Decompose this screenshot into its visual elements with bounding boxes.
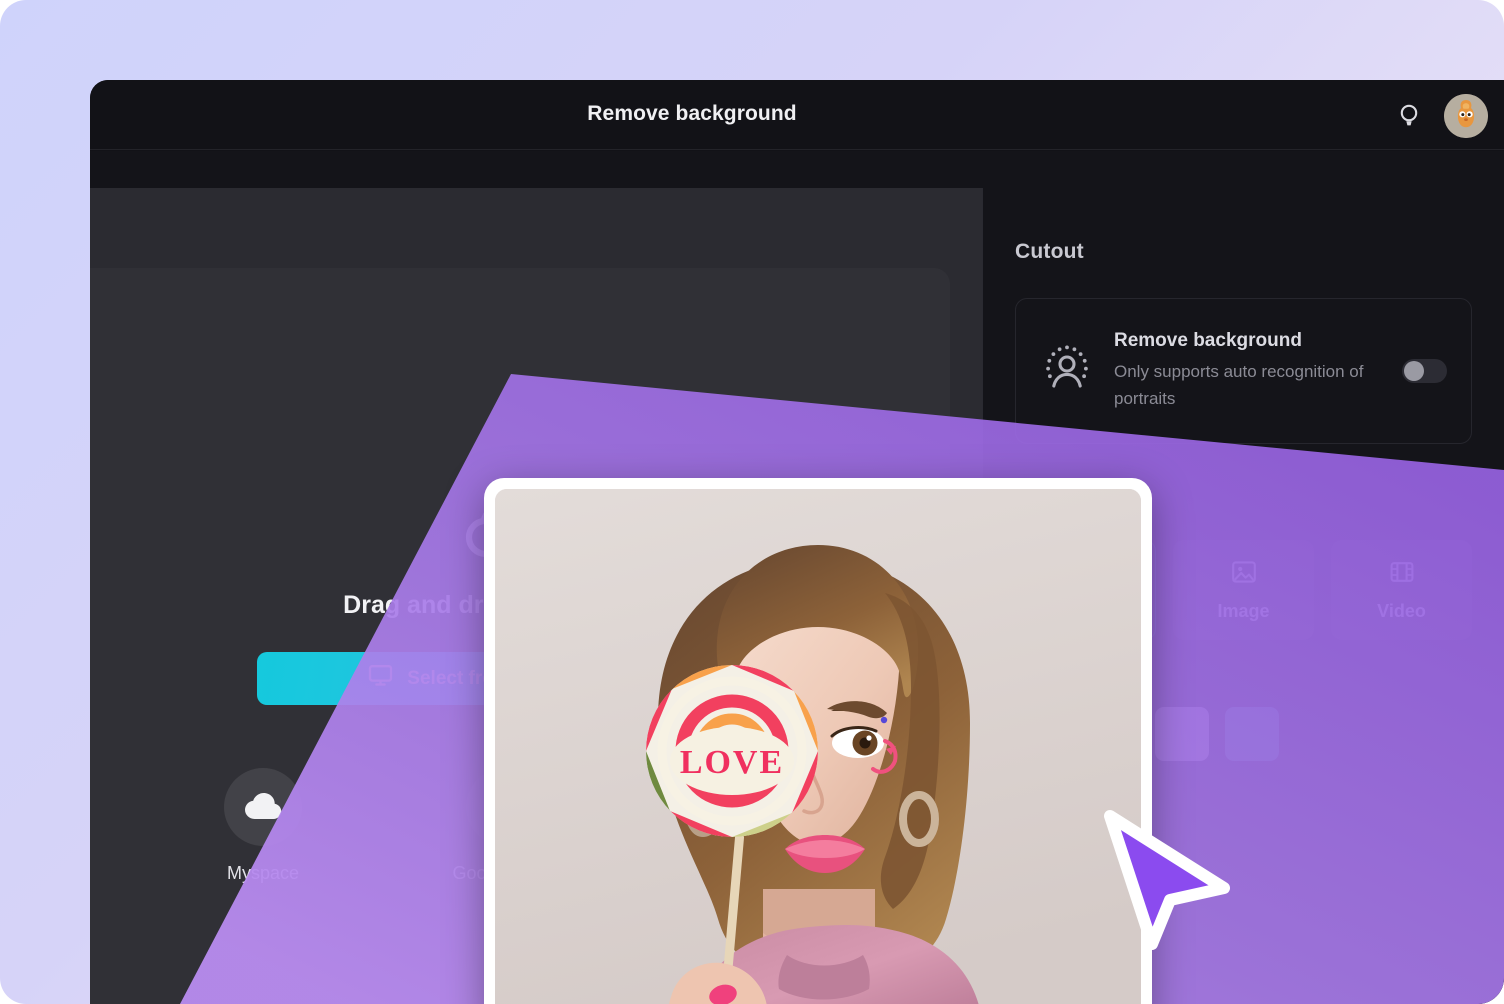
cutout-section-title: Cutout	[1015, 240, 1472, 264]
swatch-teal[interactable]	[1225, 707, 1279, 761]
page-title: Remove background	[90, 102, 1504, 126]
background-type-video[interactable]: Video	[1331, 540, 1472, 640]
monitor-icon	[368, 664, 393, 693]
remove-background-card: Remove background Only supports auto rec…	[1015, 298, 1472, 444]
remove-background-toggle[interactable]	[1402, 359, 1447, 383]
remove-background-description: Only supports auto recognition of portra…	[1114, 359, 1380, 412]
lightbulb-icon[interactable]	[1394, 101, 1424, 131]
cloud-source-myspace[interactable]: Myspace	[183, 768, 343, 884]
remove-background-title: Remove background	[1114, 330, 1380, 352]
video-preview-card[interactable]: LOVE	[484, 478, 1152, 1004]
background-type-label: Video	[1377, 601, 1426, 622]
portrait-recognition-icon	[1042, 344, 1092, 399]
toolbar-strip	[90, 151, 1504, 188]
video-icon	[1389, 559, 1415, 590]
cloud-source-label: Myspace	[227, 863, 299, 884]
image-icon	[1231, 559, 1257, 590]
preview-photo: LOVE	[495, 489, 1141, 1004]
swatch-gray[interactable]	[1155, 707, 1209, 761]
background-type-image[interactable]: Image	[1173, 540, 1314, 640]
page-root: Remove background	[0, 0, 1504, 1004]
titlebar-actions	[1394, 94, 1488, 138]
lollipop-text: LOVE	[680, 744, 784, 781]
remove-background-texts: Remove background Only supports auto rec…	[1114, 330, 1380, 412]
avatar[interactable]	[1444, 94, 1488, 138]
titlebar: Remove background	[90, 80, 1504, 150]
cloud-icon	[224, 768, 302, 846]
background-type-label: Image	[1217, 601, 1269, 622]
